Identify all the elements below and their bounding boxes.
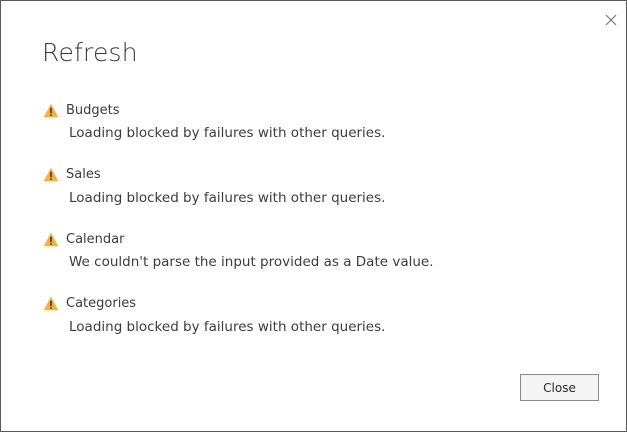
warning-icon xyxy=(43,232,59,247)
refresh-status-list: Budgets Loading blocked by failures with… xyxy=(43,101,603,359)
warning-icon xyxy=(43,167,59,182)
warning-icon xyxy=(43,103,59,118)
list-item: Sales Loading blocked by failures with o… xyxy=(43,166,603,231)
query-message: Loading blocked by failures with other q… xyxy=(69,125,386,141)
query-message: We couldn't parse the input provided as … xyxy=(69,254,434,270)
list-item: Categories Loading blocked by failures w… xyxy=(43,295,603,360)
query-message: Loading blocked by failures with other q… xyxy=(69,318,386,335)
query-name: Budgets xyxy=(66,102,120,118)
list-item: Calendar We couldn't parse the input pro… xyxy=(43,230,603,295)
list-item: Budgets Loading blocked by failures with… xyxy=(43,101,603,166)
query-name: Categories xyxy=(66,296,137,311)
close-icon[interactable] xyxy=(602,11,620,29)
query-message: Loading blocked by failures with other q… xyxy=(69,189,386,206)
warning-icon xyxy=(43,296,59,311)
query-name: Sales xyxy=(66,167,101,182)
refresh-dialog: Refresh Budgets Loading blocked by failu… xyxy=(0,0,627,432)
query-name: Calendar xyxy=(66,231,125,247)
dialog-title: Refresh xyxy=(42,38,138,67)
close-button[interactable]: Close xyxy=(520,374,599,401)
